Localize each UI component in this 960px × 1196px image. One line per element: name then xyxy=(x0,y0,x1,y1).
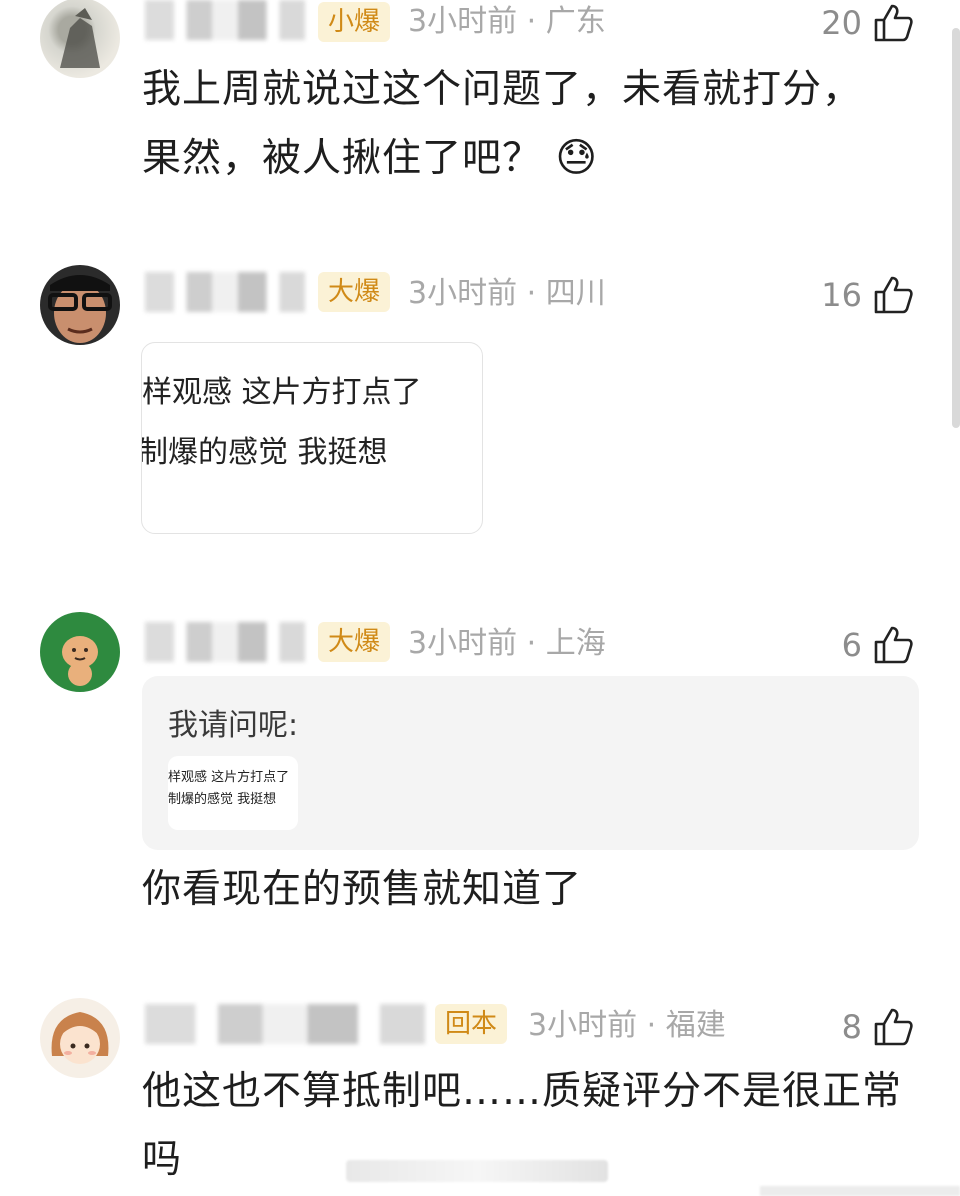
watermark-blur xyxy=(760,1186,960,1196)
like-count: 8 xyxy=(841,1008,862,1046)
avatar-girl-icon xyxy=(51,1012,109,1064)
username-blurred[interactable] xyxy=(145,1004,425,1044)
thumb-up-icon xyxy=(874,1008,913,1046)
level-badge: 回本 xyxy=(435,1004,508,1044)
avatar[interactable] xyxy=(40,998,120,1078)
comment-meta: 3小时前 · 福建 xyxy=(528,1008,726,1043)
watermark-blur xyxy=(346,1160,608,1182)
comment-line: 他这也不算抵制吧……质疑评分不是很正常 xyxy=(142,1069,903,1114)
comment-item: 回本 3小时前 · 福建 8 他这也不算抵制吧……质疑评分不是很正常 吗 xyxy=(0,0,960,1196)
like-button[interactable]: 8 xyxy=(842,1006,914,1048)
